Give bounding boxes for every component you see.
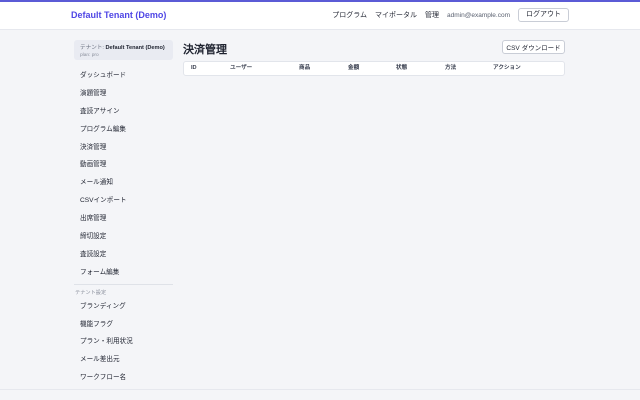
sidebar-item-review-settings[interactable]: 査読設定 bbox=[74, 246, 173, 264]
sidebar-item-program-edit[interactable]: プログラム編集 bbox=[74, 121, 173, 139]
sidebar-item-review-assign[interactable]: 査読アサイン bbox=[74, 103, 173, 121]
column-header-status[interactable]: 状態 bbox=[396, 62, 407, 75]
top-nav: プログラム マイポータル 管理 admin@example.com ログアウト bbox=[324, 8, 569, 22]
user-email: admin@example.com bbox=[447, 11, 510, 19]
column-header-amount[interactable]: 金額 bbox=[348, 62, 359, 75]
sidebar-item-mail-sender[interactable]: メール差出元 bbox=[74, 351, 173, 369]
sidebar-item-attendance[interactable]: 出席管理 bbox=[74, 210, 173, 228]
column-header-product[interactable]: 商品 bbox=[299, 62, 310, 75]
sidebar-item-form-edit[interactable]: フォーム編集 bbox=[74, 264, 173, 282]
column-header-user[interactable]: ユーザー bbox=[230, 62, 252, 75]
sidebar-item-dashboard[interactable]: ダッシュボード bbox=[74, 67, 173, 85]
sidebar-menu: ダッシュボード 演題管理 査読アサイン プログラム編集 決済管理 動画管理 メー… bbox=[74, 67, 173, 387]
tenant-info: テナント: Default Tenant (Demo) plan: pro bbox=[74, 40, 173, 60]
column-header-id[interactable]: ID bbox=[191, 62, 197, 75]
nav-link-admin[interactable]: 管理 bbox=[425, 10, 439, 20]
sidebar-item-payments[interactable]: 決済管理 bbox=[74, 139, 173, 157]
tenant-line: テナント: Default Tenant (Demo) bbox=[80, 43, 167, 51]
sidebar-item-branding[interactable]: ブランディング bbox=[74, 298, 173, 316]
tenant-prefix: テナント: bbox=[80, 45, 106, 51]
sidebar-section-label: テナント設定 bbox=[75, 289, 107, 296]
sidebar-item-deadlines[interactable]: 締切設定 bbox=[74, 228, 173, 246]
tenant-name: Default Tenant (Demo) bbox=[105, 45, 165, 51]
footer bbox=[0, 389, 640, 400]
sidebar-item-videos[interactable]: 動画管理 bbox=[74, 156, 173, 174]
brand-link[interactable]: Default Tenant (Demo) bbox=[71, 10, 166, 20]
sidebar-item-workflow-name[interactable]: ワークフロー名 bbox=[74, 369, 173, 387]
sidebar-item-feature-flags[interactable]: 機能フラグ bbox=[74, 316, 173, 334]
column-header-actions[interactable]: アクション bbox=[493, 62, 521, 75]
sidebar-item-abstracts[interactable]: 演題管理 bbox=[74, 85, 173, 103]
sidebar-item-csv-import[interactable]: CSVインポート bbox=[74, 192, 173, 210]
sidebar-divider bbox=[74, 283, 173, 285]
payments-table: ID ユーザー 商品 金額 状態 方法 アクション bbox=[183, 61, 565, 76]
page-title: 決済管理 bbox=[183, 44, 227, 56]
column-header-method[interactable]: 方法 bbox=[445, 62, 456, 75]
logout-button[interactable]: ログアウト bbox=[518, 8, 569, 22]
top-header: Default Tenant (Demo) プログラム マイポータル 管理 ad… bbox=[0, 2, 640, 30]
plan-label: plan: pro bbox=[80, 53, 99, 58]
sidebar: テナント: Default Tenant (Demo) plan: pro ダッ… bbox=[74, 40, 173, 387]
csv-download-button[interactable]: CSV ダウンロード bbox=[502, 40, 565, 54]
nav-link-my-portal[interactable]: マイポータル bbox=[375, 10, 417, 20]
sidebar-item-plan-usage[interactable]: プラン・利用状況 bbox=[74, 333, 173, 351]
nav-link-program[interactable]: プログラム bbox=[332, 10, 367, 20]
sidebar-item-mail-notify[interactable]: メール通知 bbox=[74, 174, 173, 192]
